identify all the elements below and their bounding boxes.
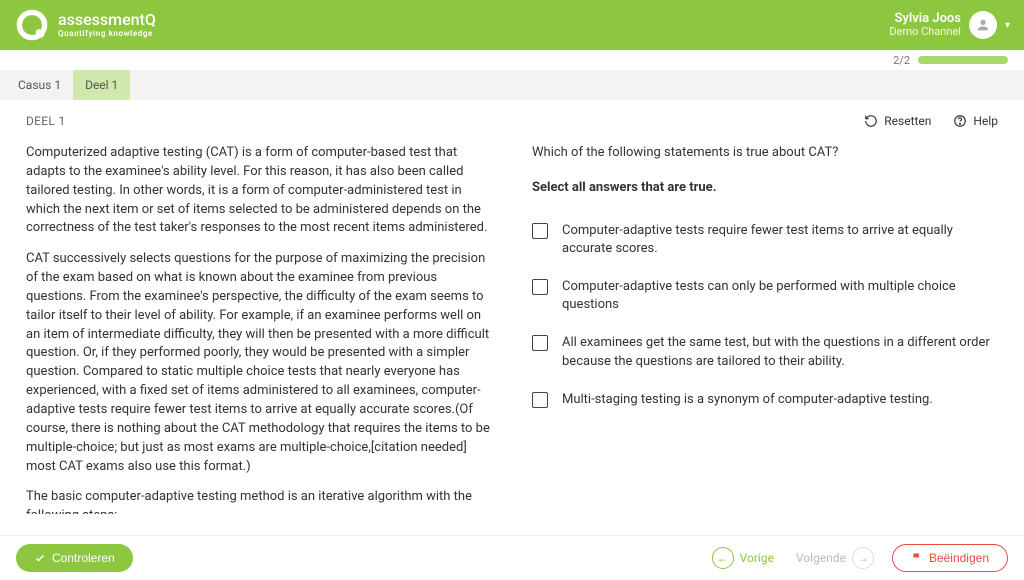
logo-icon bbox=[14, 7, 50, 43]
checkbox[interactable] bbox=[532, 335, 548, 351]
option-text: Computer-adaptive tests require fewer te… bbox=[562, 222, 998, 258]
check-icon bbox=[34, 552, 46, 564]
end-button[interactable]: Beëindigen bbox=[892, 544, 1008, 572]
reset-label: Resetten bbox=[884, 114, 931, 128]
option-row: Multi-staging testing is a synonym of co… bbox=[532, 391, 998, 409]
avatar bbox=[969, 11, 997, 39]
reset-button[interactable]: Resetten bbox=[864, 114, 931, 128]
arrow-left-icon: ← bbox=[712, 547, 734, 569]
content-area: DEEL 1 Resetten Help Computerized adapti… bbox=[0, 100, 1024, 540]
user-name: Sylvia Joos bbox=[889, 12, 961, 26]
progress-label: 2/2 bbox=[893, 54, 910, 67]
end-label: Beëindigen bbox=[929, 551, 989, 565]
option-text: Computer-adaptive tests can only be perf… bbox=[562, 278, 998, 314]
option-text: All examinees get the same test, but wit… bbox=[562, 334, 998, 370]
question-stem: Which of the following statements is tru… bbox=[532, 144, 998, 163]
question-column: Which of the following statements is tru… bbox=[532, 144, 998, 514]
passage-p2: CAT successively selects questions for t… bbox=[26, 250, 492, 476]
reset-icon bbox=[864, 114, 878, 128]
help-button[interactable]: Help bbox=[953, 114, 998, 128]
brand-tagline: Quantifying knowledge bbox=[58, 30, 156, 38]
chevron-down-icon: ▾ bbox=[1005, 20, 1010, 31]
flag-icon bbox=[911, 552, 923, 564]
passage-column: Computerized adaptive testing (CAT) is a… bbox=[26, 144, 492, 514]
prev-label: Vorige bbox=[740, 551, 774, 565]
passage-p1: Computerized adaptive testing (CAT) is a… bbox=[26, 144, 492, 238]
user-menu[interactable]: Sylvia Joos Demo Channel ▾ bbox=[889, 11, 1010, 39]
progress-row: 2/2 bbox=[0, 50, 1024, 70]
question-instruction: Select all answers that are true. bbox=[532, 179, 998, 198]
option-row: Computer-adaptive tests can only be perf… bbox=[532, 278, 998, 314]
tab-casus-1[interactable]: Casus 1 bbox=[6, 70, 73, 100]
next-button[interactable]: Volgende → bbox=[790, 543, 880, 573]
option-row: Computer-adaptive tests require fewer te… bbox=[532, 222, 998, 258]
brand: assessmentQ Quantifying knowledge bbox=[14, 7, 156, 43]
user-icon bbox=[975, 17, 991, 33]
checkbox[interactable] bbox=[532, 279, 548, 295]
check-button[interactable]: Controleren bbox=[16, 544, 133, 572]
section-title: DEEL 1 bbox=[26, 114, 66, 128]
progress-bar bbox=[918, 56, 1008, 64]
help-icon bbox=[953, 114, 967, 128]
footer-bar: Controleren ← Vorige Volgende → Beëindig… bbox=[0, 535, 1024, 580]
check-label: Controleren bbox=[52, 551, 115, 565]
next-label: Volgende bbox=[796, 551, 846, 565]
tab-deel-1[interactable]: Deel 1 bbox=[73, 70, 130, 100]
checkbox[interactable] bbox=[532, 392, 548, 408]
prev-button[interactable]: ← Vorige bbox=[706, 543, 780, 573]
breadcrumb-tabs: Casus 1 Deel 1 bbox=[0, 70, 1024, 100]
user-channel: Demo Channel bbox=[889, 26, 961, 38]
app-header: assessmentQ Quantifying knowledge Sylvia… bbox=[0, 0, 1024, 50]
option-row: All examinees get the same test, but wit… bbox=[532, 334, 998, 370]
passage-p3: The basic computer-adaptive testing meth… bbox=[26, 488, 492, 514]
option-text: Multi-staging testing is a synonym of co… bbox=[562, 391, 933, 409]
arrow-right-icon: → bbox=[852, 547, 874, 569]
checkbox[interactable] bbox=[532, 223, 548, 239]
brand-name: assessmentQ bbox=[58, 12, 156, 28]
help-label: Help bbox=[973, 114, 998, 128]
